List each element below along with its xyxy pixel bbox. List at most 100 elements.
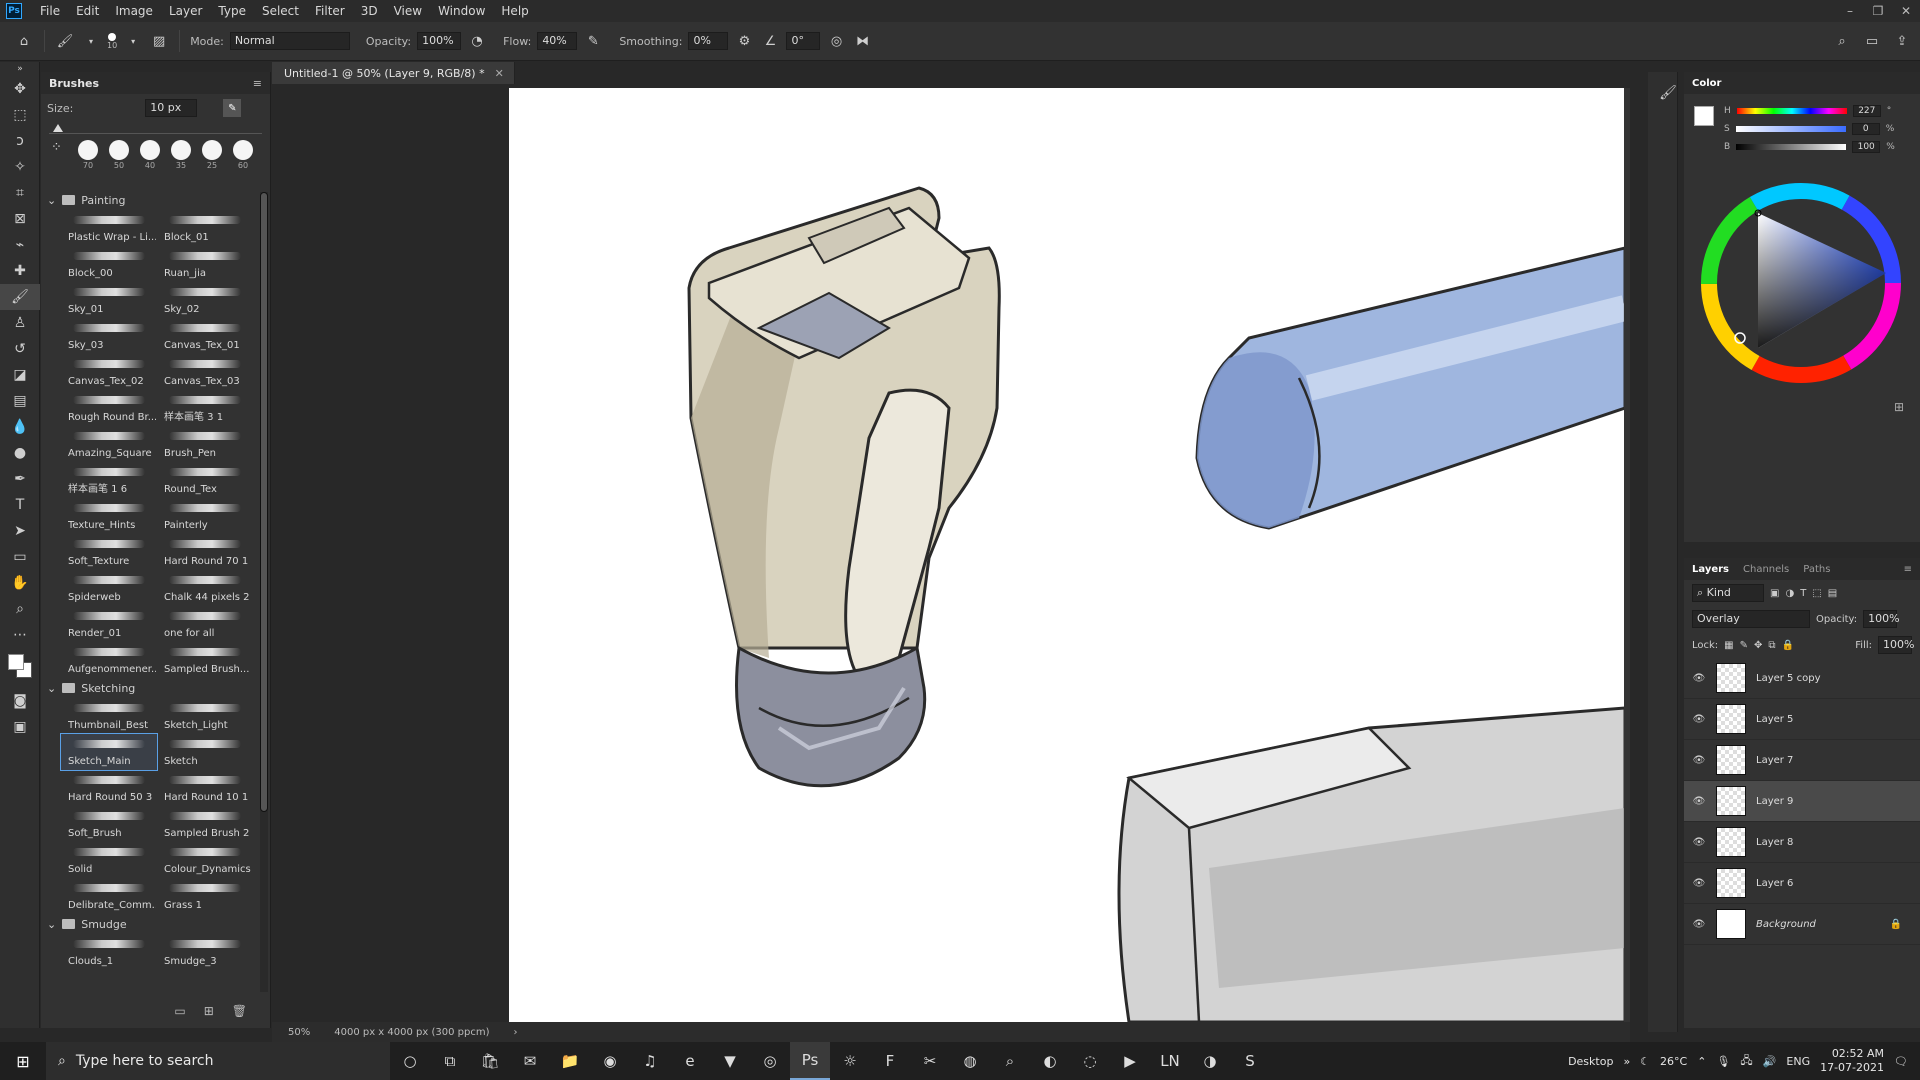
clock[interactable]: 02:52 AM 17-07-2021 xyxy=(1820,1047,1884,1075)
app-icon[interactable]: ☼ xyxy=(830,1042,870,1080)
brush-preset-item[interactable]: Grass 1 xyxy=(157,878,253,914)
layer-row-selected[interactable]: 👁 Layer 9 xyxy=(1684,781,1920,822)
brush-preset-item[interactable]: Sky_03 xyxy=(61,318,157,354)
brush-preset-item[interactable]: Canvas_Tex_02 xyxy=(61,354,157,390)
photoshop-taskbar-icon[interactable]: Ps xyxy=(790,1042,830,1080)
hue-value[interactable]: 227 xyxy=(1852,105,1881,117)
chrome-icon[interactable]: ◎ xyxy=(750,1042,790,1080)
brush-preset-item[interactable]: Texture_Hints xyxy=(61,498,157,534)
brightness-value[interactable]: 100 xyxy=(1852,141,1881,153)
frame-tool-icon[interactable]: ⊠ xyxy=(0,206,40,232)
crop-tool-icon[interactable]: ⌗ xyxy=(0,180,40,206)
filter-pixel-icon[interactable]: ▣ xyxy=(1770,588,1779,599)
menu-type[interactable]: Type xyxy=(210,0,254,22)
tab-layers[interactable]: Layers xyxy=(1692,564,1729,575)
tab-paths[interactable]: Paths xyxy=(1803,564,1830,575)
filter-adjustment-icon[interactable]: ◑ xyxy=(1785,588,1794,599)
close-icon[interactable]: ✕ xyxy=(1892,0,1920,22)
menu-file[interactable]: File xyxy=(32,0,68,22)
eraser-tool-icon[interactable]: ◪ xyxy=(0,362,40,388)
taskbar-search[interactable]: ⌕ Type here to search xyxy=(46,1042,390,1080)
gear-icon[interactable]: ⚙ xyxy=(734,31,754,51)
preset-brush[interactable]: 35 xyxy=(171,140,191,170)
brush-settings-panel-icon[interactable]: 🖌 xyxy=(1648,80,1688,106)
preset-brush[interactable]: 70 xyxy=(78,140,98,170)
brush-preset-item[interactable]: Hard Round 10 1 xyxy=(157,770,253,806)
brush-preset-item[interactable]: Block_00 xyxy=(61,246,157,282)
trash-icon[interactable]: 🗑 xyxy=(232,1004,247,1024)
preset-brush[interactable]: 25 xyxy=(202,140,222,170)
chevron-down-icon[interactable]: ⌄ xyxy=(47,682,56,695)
brush-preset-item[interactable]: Soft_Brush xyxy=(61,806,157,842)
zoom-level[interactable]: 50% xyxy=(288,1027,310,1038)
brush-preset-item[interactable]: Ruan_jia xyxy=(157,246,253,282)
opacity-field[interactable]: 100% xyxy=(417,32,462,50)
chevron-up-icon[interactable]: ⌃ xyxy=(1697,1055,1706,1068)
stamp-tool-icon[interactable]: ♙ xyxy=(0,310,40,336)
workspace-icon[interactable]: ▭ xyxy=(1862,31,1882,51)
saturation-value[interactable]: 0 xyxy=(1851,123,1880,135)
size-slider[interactable] xyxy=(49,122,262,134)
search-icon[interactable]: ⌕ xyxy=(1832,31,1852,51)
edge-icon[interactable]: e xyxy=(670,1042,710,1080)
layer-row[interactable]: 👁 Layer 7 xyxy=(1684,740,1920,781)
brush-preset-item[interactable]: Plastic Wrap - Li... xyxy=(61,210,157,246)
brush-preset-item[interactable]: Hard Round 50 3 xyxy=(61,770,157,806)
layer-row[interactable]: 👁 Layer 5 xyxy=(1684,699,1920,740)
microphone-icon[interactable]: 🎙 xyxy=(1716,1055,1730,1068)
app-icon[interactable]: F xyxy=(870,1042,910,1080)
chevron-right-icon[interactable]: › xyxy=(513,1027,517,1038)
brush-preset-item[interactable]: Smudge_3 xyxy=(157,934,253,970)
brush-preset-item[interactable]: Sampled Brush 2 xyxy=(157,806,253,842)
brush-preset-item[interactable]: Sketch_Main xyxy=(60,733,158,771)
mode-select[interactable]: Normal xyxy=(229,32,350,50)
gradient-tool-icon[interactable]: ▤ xyxy=(0,388,40,414)
brush-preset-item[interactable]: Clouds_1 xyxy=(61,934,157,970)
brush-preset-item[interactable]: Colour_Dynamics xyxy=(157,842,253,878)
brush-preset-item[interactable]: Sky_01 xyxy=(61,282,157,318)
foreground-color-swatch[interactable] xyxy=(1694,106,1714,126)
brush-preset-item[interactable]: Sketch_Light xyxy=(157,698,253,734)
angle-field[interactable]: 0° xyxy=(786,32,821,50)
temperature[interactable]: 26°C xyxy=(1660,1055,1687,1068)
file-explorer-icon[interactable]: 📁 xyxy=(550,1042,590,1080)
brush-preset-item[interactable]: Block_01 xyxy=(157,210,253,246)
eye-icon[interactable]: 👁 xyxy=(1692,796,1706,807)
skype-icon[interactable]: S xyxy=(1230,1042,1270,1080)
tab-channels[interactable]: Channels xyxy=(1743,564,1789,575)
symmetry-icon[interactable]: ⧓ xyxy=(852,31,872,51)
airbrush-icon[interactable]: ✎ xyxy=(583,31,603,51)
more-tools-icon[interactable]: ⋯ xyxy=(0,622,40,648)
type-tool-icon[interactable]: T xyxy=(0,492,40,518)
chevron-down-icon[interactable]: ⌄ xyxy=(47,918,56,931)
brush-preset-item[interactable]: Render_01 xyxy=(61,606,157,642)
preset-brush[interactable]: ⁘ xyxy=(51,140,67,157)
eyedropper-icon[interactable]: ⌁ xyxy=(0,232,40,258)
task-view-icon[interactable]: ⧉ xyxy=(430,1042,470,1080)
brush-preset-item[interactable]: Sky_02 xyxy=(157,282,253,318)
layer-row[interactable]: 👁 Layer 6 xyxy=(1684,863,1920,904)
color-swatches[interactable] xyxy=(0,648,40,688)
app-icon[interactable]: ✂ xyxy=(910,1042,950,1080)
notifications-icon[interactable]: 🗨 xyxy=(1894,1055,1908,1068)
chevron-down-icon[interactable]: ▾ xyxy=(81,31,101,51)
share-icon[interactable]: ⇪ xyxy=(1892,31,1912,51)
eye-icon[interactable]: 👁 xyxy=(1692,673,1706,684)
brush-preset-item[interactable]: Canvas_Tex_03 xyxy=(157,354,253,390)
weather-icon[interactable]: ☾ xyxy=(1640,1055,1650,1068)
collapse-icon[interactable]: » xyxy=(0,62,40,76)
blur-tool-icon[interactable]: 💧 xyxy=(0,414,40,440)
size-field[interactable]: 10 px xyxy=(145,99,198,117)
filter-smart-icon[interactable]: ▤ xyxy=(1828,588,1837,599)
scrollbar-thumb[interactable] xyxy=(260,192,268,812)
brush-preset-item[interactable]: Thumbnail_Best xyxy=(61,698,157,734)
blender-icon[interactable]: ◑ xyxy=(1190,1042,1230,1080)
network-icon[interactable]: 🖧 xyxy=(1740,1052,1752,1071)
brushes-tab[interactable]: Brushes xyxy=(49,77,99,90)
brush-preset-item[interactable]: Amazing_Square xyxy=(61,426,157,462)
new-group-icon[interactable]: ▭ xyxy=(174,1004,185,1024)
chevron-down-icon[interactable]: ▾ xyxy=(123,31,143,51)
panel-menu-icon[interactable]: ≡ xyxy=(253,77,262,90)
eye-icon[interactable]: 👁 xyxy=(1692,878,1706,889)
menu-view[interactable]: View xyxy=(386,0,430,22)
